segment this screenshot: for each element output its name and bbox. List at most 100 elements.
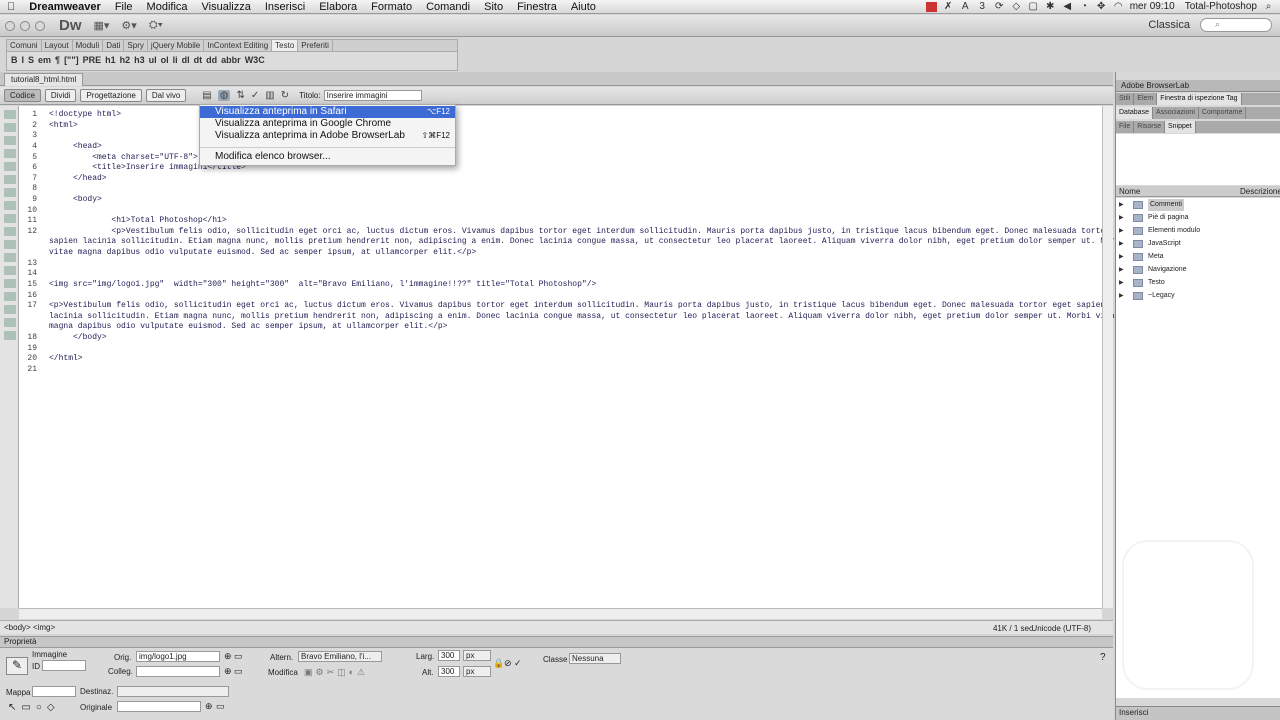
menu-visualizza[interactable]: Visualizza — [195, 1, 258, 13]
insert-tab-layout[interactable]: Layout — [42, 40, 73, 51]
expand-arrow-icon[interactable]: ▶ — [1119, 212, 1124, 224]
view-code-button[interactable]: Codice — [4, 89, 41, 102]
ul-button[interactable]: ul — [149, 55, 157, 65]
preview-chrome-item[interactable]: Visualizza anteprima in Google Chrome — [200, 118, 455, 130]
tab-snippet[interactable]: Snippet — [1165, 121, 1196, 133]
snippet-folder[interactable]: ▶ JavaScript — [1116, 238, 1280, 250]
insert-tab-comuni[interactable]: Comuni — [7, 40, 42, 51]
insert-tab-moduli[interactable]: Moduli — [73, 40, 104, 51]
format-source-icon[interactable] — [4, 331, 16, 340]
expand-arrow-icon[interactable]: ▶ — [1119, 251, 1124, 263]
tab-associazioni[interactable]: Associazioni — [1153, 107, 1199, 119]
original-folder-icon[interactable]: ▭ — [216, 701, 225, 712]
syntax-error-icon[interactable] — [4, 227, 16, 236]
snippet-folder[interactable]: ▶ Commenti — [1116, 199, 1280, 211]
width-unit-select[interactable]: px — [463, 650, 491, 661]
minimize-window-button[interactable] — [20, 20, 30, 31]
lock-proportions-icon[interactable]: 🔒 — [493, 658, 504, 669]
snippet-folder[interactable]: ▶ Testo — [1116, 277, 1280, 289]
h3-button[interactable]: h3 — [134, 55, 145, 65]
italic-button[interactable]: I — [22, 55, 25, 65]
paragraph-button[interactable]: ¶ — [55, 55, 60, 65]
visual-aids-icon[interactable]: ▥ — [265, 90, 274, 101]
site-icon[interactable]: ⛭▾ — [149, 19, 163, 32]
adobe-icon[interactable]: A — [960, 1, 971, 12]
menu-comandi[interactable]: Comandi — [419, 1, 477, 13]
multiscreen-icon[interactable]: ▤ — [202, 90, 211, 101]
recent-snippets-icon[interactable] — [4, 279, 16, 288]
w3c-button[interactable]: W3C — [245, 55, 265, 65]
view-design-button[interactable]: Progettazione — [80, 89, 142, 102]
properties-header[interactable]: Proprietà — [0, 637, 1113, 648]
w3c-validation-icon[interactable]: ✓ — [251, 90, 259, 101]
pre-button[interactable]: PRE — [83, 55, 102, 65]
tool-icon[interactable]: ✗ — [943, 1, 954, 12]
dd-button[interactable]: dd — [206, 55, 217, 65]
window-icon[interactable]: ▢ — [1028, 1, 1039, 12]
commit-size-icon[interactable]: ✓ — [514, 658, 522, 669]
em-button[interactable]: em — [38, 55, 51, 65]
dropbox-icon[interactable]: ◇ — [1011, 1, 1022, 12]
menu-app-name[interactable]: Dreamweaver — [22, 1, 108, 13]
menu-aiuto[interactable]: Aiuto — [564, 1, 603, 13]
hotspot-tools-icon[interactable]: ↖▭○◇ — [8, 702, 60, 713]
snippet-folder[interactable]: ▶ Navigazione — [1116, 264, 1280, 276]
settings-icon[interactable]: ⚙▾ — [121, 19, 136, 32]
tab-comportamenti[interactable]: Comportame — [1199, 107, 1247, 119]
open-documents-icon[interactable] — [4, 110, 16, 119]
collapse-selection-icon[interactable] — [4, 149, 16, 158]
abbr-button[interactable]: abbr — [221, 55, 241, 65]
alt-text-select[interactable]: Bravo Emiliano, l'i... — [298, 651, 382, 662]
zoom-window-button[interactable] — [35, 20, 45, 31]
link-folder-icon[interactable]: ▭ — [234, 666, 243, 677]
expand-arrow-icon[interactable]: ▶ — [1119, 199, 1124, 211]
expand-arrow-icon[interactable]: ▶ — [1119, 277, 1124, 289]
snippet-folder[interactable]: ▶ ~Legacy — [1116, 290, 1280, 302]
blockquote-button[interactable]: [""] — [64, 55, 79, 65]
height-field[interactable]: 300 — [438, 666, 460, 677]
document-tab[interactable]: tutorial8_html.html — [4, 73, 84, 86]
highlight-invalid-icon[interactable] — [4, 214, 16, 223]
outdent-icon[interactable] — [4, 318, 16, 327]
refresh-icon[interactable]: ↻ — [281, 90, 289, 101]
preview-safari-item[interactable]: Visualizza anteprima in Safari ⌥F12 — [200, 106, 455, 118]
map-name-field[interactable] — [32, 686, 76, 697]
strong-button[interactable]: S — [28, 55, 34, 65]
menu-modifica[interactable]: Modifica — [140, 1, 195, 13]
preview-in-browser-icon[interactable]: ◍ — [217, 90, 231, 101]
wrap-tag-icon[interactable] — [4, 266, 16, 275]
tab-file[interactable]: File — [1116, 121, 1135, 133]
wifi-icon[interactable]: ◠ — [1113, 1, 1124, 12]
class-select[interactable]: Nessuna — [569, 653, 621, 664]
move-icon[interactable]: ✥ — [1096, 1, 1107, 12]
orig-field[interactable]: img/logo1.jpg — [136, 651, 220, 662]
indent-icon[interactable] — [4, 305, 16, 314]
h2-button[interactable]: h2 — [120, 55, 131, 65]
view-split-button[interactable]: Dividi — [44, 89, 77, 102]
sync-icon[interactable]: ⟳ — [994, 1, 1005, 12]
menu-inserisci[interactable]: Inserisci — [258, 1, 312, 13]
bluetooth-icon[interactable]: ✱ — [1045, 1, 1056, 12]
dl-button[interactable]: dl — [182, 55, 190, 65]
column-name[interactable]: Nome — [1119, 186, 1140, 197]
tab-ispezione-tag[interactable]: Finestra di ispezione Tag — [1157, 93, 1242, 105]
spotlight-icon[interactable]: ⌕ — [1263, 1, 1274, 12]
bold-button[interactable]: B — [11, 55, 18, 65]
expand-arrow-icon[interactable]: ▶ — [1119, 264, 1124, 276]
browserlab-panel-header[interactable]: Adobe BrowserLab — [1116, 80, 1280, 92]
move-css-icon[interactable] — [4, 292, 16, 301]
snippet-folder[interactable]: ▶ Meta — [1116, 251, 1280, 263]
close-window-button[interactable] — [5, 20, 15, 31]
view-live-button[interactable]: Dal vivo — [145, 89, 187, 102]
insert-tab-dati[interactable]: Dati — [103, 40, 125, 51]
balance-braces-icon[interactable] — [4, 188, 16, 197]
horizontal-scrollbar[interactable] — [19, 608, 1102, 619]
point-to-file-icon[interactable]: ⊕ — [224, 651, 232, 662]
preview-browserlab-item[interactable]: Visualizza anteprima in Adobe BrowserLab… — [200, 130, 455, 142]
tag-selector[interactable]: <body> <img> — [4, 623, 55, 632]
user-name[interactable]: Total-Photoshop — [1185, 1, 1257, 12]
remove-comment-icon[interactable] — [4, 253, 16, 262]
target-select[interactable] — [117, 686, 229, 697]
apply-comment-icon[interactable] — [4, 240, 16, 249]
snippet-folder[interactable]: ▶ Elementi modulo — [1116, 225, 1280, 237]
